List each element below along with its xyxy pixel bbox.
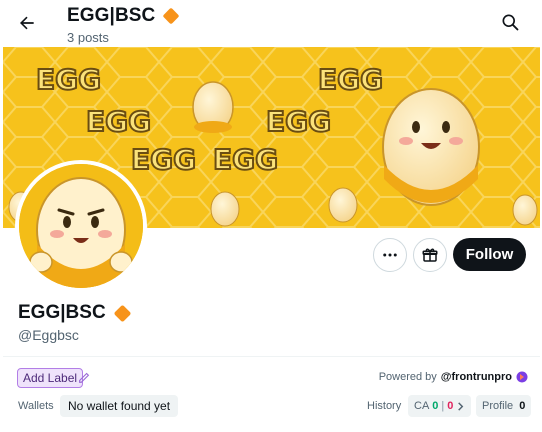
wallets-label: Wallets: [18, 400, 54, 412]
ca-green-count: 0: [432, 400, 439, 412]
powered-by: Powered by @frontrunpro: [379, 371, 528, 383]
profile-chip-label: Profile: [482, 400, 514, 412]
gift-button[interactable]: [413, 238, 447, 272]
frontrun-icon: [516, 371, 528, 383]
powered-by-text: Powered by: [378, 371, 437, 383]
verified-badge-icon: [114, 304, 131, 322]
top-bar: EGG|BSC 3 posts: [0, 0, 542, 47]
back-button[interactable]: [14, 10, 40, 36]
avatar-image: [19, 164, 143, 288]
profile-name-row: EGG|BSC: [18, 302, 133, 324]
profile-history-chip[interactable]: Profile 0: [476, 395, 532, 417]
banner-egg-text: EGG: [36, 63, 101, 96]
gift-icon: [422, 248, 438, 262]
back-arrow-icon: [20, 16, 34, 30]
search-button[interactable]: [500, 12, 522, 34]
avatar[interactable]: [15, 160, 147, 292]
more-button[interactable]: [373, 238, 407, 272]
header-title: EGG|BSC: [67, 5, 156, 26]
profile-name: EGG|BSC: [18, 302, 106, 323]
ca-history-chip[interactable]: CA 0 | 0: [408, 395, 472, 417]
banner-egg-text: EGG: [318, 63, 383, 96]
verified-badge-icon: [163, 8, 180, 24]
pencil-icon[interactable]: [77, 370, 91, 384]
banner-egg-text: EGG: [213, 143, 278, 176]
profile-handle: @Eggbsc: [18, 327, 79, 343]
add-label-button[interactable]: Add Label: [17, 368, 84, 388]
ca-separator: |: [441, 400, 445, 412]
wallets-value: No wallet found yet: [60, 395, 179, 417]
history-label[interactable]: History: [367, 400, 401, 412]
search-icon: [502, 14, 519, 31]
banner-egg-text: EGG: [266, 105, 331, 138]
follow-button[interactable]: Follow: [453, 238, 526, 271]
post-count: 3 posts: [67, 30, 109, 45]
ca-red-count: 0: [447, 400, 454, 412]
banner-egg-text: EGG: [131, 143, 196, 176]
header-title-row: EGG|BSC: [67, 5, 181, 27]
chevron-right-icon: [458, 401, 464, 411]
more-icon: [383, 253, 397, 257]
profile-chip-count: 0: [519, 400, 526, 412]
divider: [3, 356, 540, 357]
banner-egg-text: EGG: [86, 105, 151, 138]
ca-label: CA: [414, 400, 430, 412]
powered-by-link[interactable]: @frontrunpro: [441, 371, 512, 383]
